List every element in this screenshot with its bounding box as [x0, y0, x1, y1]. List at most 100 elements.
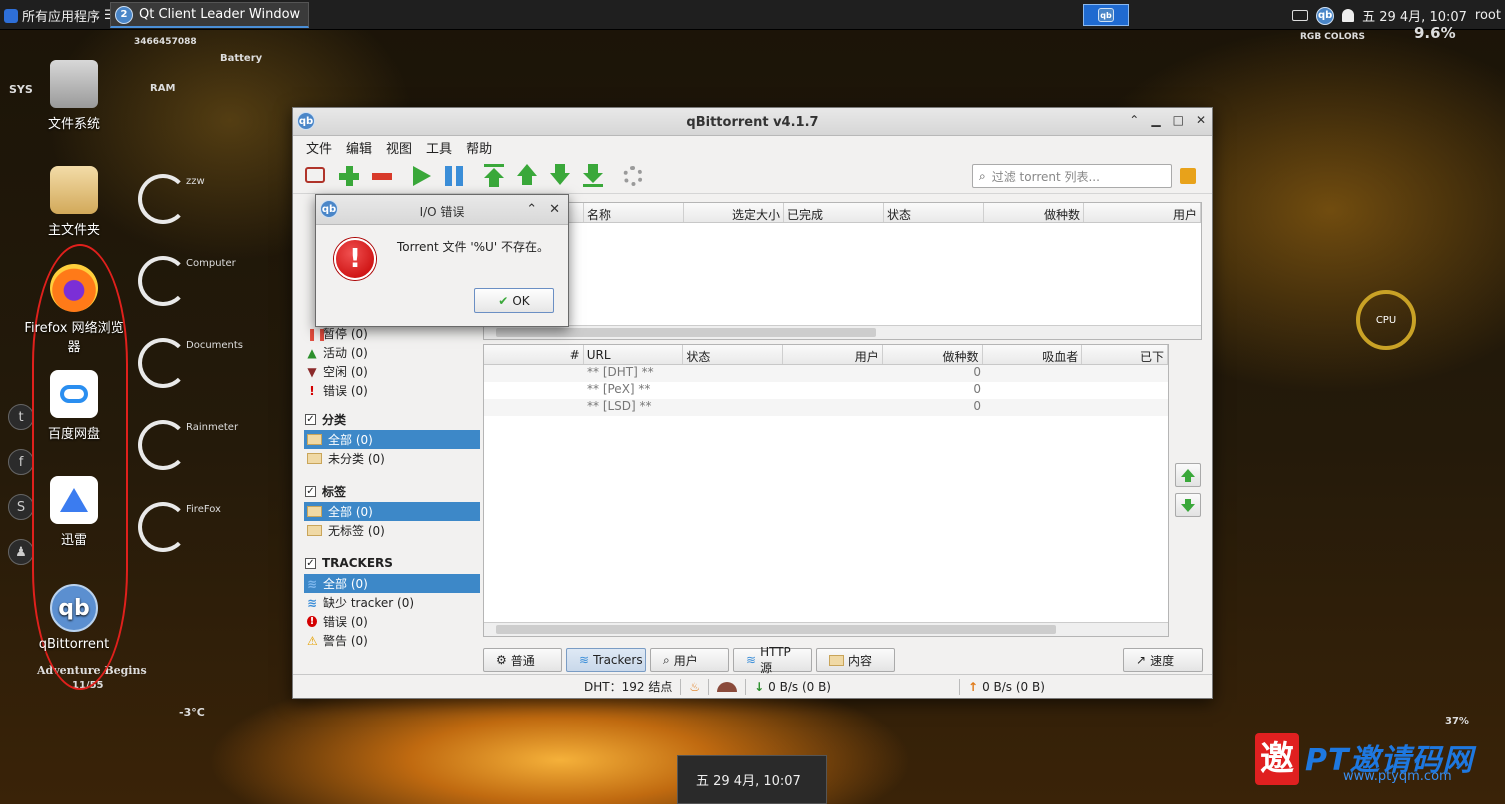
column-header-done[interactable]: 已完成	[784, 203, 884, 222]
desktop-icon-firefox[interactable]: Firefox 网络浏览器	[24, 264, 124, 355]
desktop-icon-qbittorrent[interactable]: qb qBittorrent	[24, 584, 124, 652]
move-down-button[interactable]	[548, 164, 572, 188]
bell-icon[interactable]	[1342, 9, 1355, 22]
status-filter-item[interactable]: ▲ 活动 (0)	[304, 343, 480, 362]
column-header-peers[interactable]: 用户	[1084, 203, 1201, 222]
dialog-titlebar[interactable]: qb I/O 错误 ⌃ ✕	[316, 195, 568, 225]
applications-menu[interactable]: 所有应用程序 ☰	[4, 6, 116, 25]
tab-peers[interactable]: ⌕ 用户	[650, 648, 729, 672]
status-filter-item[interactable]: ▼ 空闲 (0)	[304, 362, 480, 381]
add-link-button[interactable]	[303, 164, 327, 188]
scrollbar-thumb[interactable]	[496, 625, 1056, 634]
close-icon[interactable]: ✕	[1196, 113, 1206, 127]
move-bottom-button[interactable]	[581, 164, 605, 188]
window-titlebar[interactable]: qb qBittorrent v4.1.7 ⌃ ▁ □ ✕	[293, 108, 1212, 136]
close-icon[interactable]: ✕	[549, 202, 560, 217]
menu-view[interactable]: 视图	[386, 138, 412, 157]
lock-icon[interactable]	[1180, 168, 1196, 184]
tab-general[interactable]: ⚙ 普通	[483, 648, 562, 672]
cpu-gauge-label: CPU	[1375, 314, 1397, 326]
checkbox-icon[interactable]: ✓	[305, 485, 316, 497]
add-torrent-button[interactable]	[337, 164, 361, 188]
minimize-icon[interactable]: ▁	[1151, 113, 1160, 127]
qbittorrent-tray-icon: qb	[1098, 8, 1114, 22]
tracker-item-all[interactable]: ≋ 全部 (0)	[304, 574, 480, 593]
tracker-list[interactable]: # URL 状态 用户 做种数 吸血者 已下 ** [DHT] ** 0 ** …	[483, 344, 1169, 637]
move-up-button[interactable]	[515, 164, 539, 188]
remove-torrent-button[interactable]	[370, 164, 394, 188]
maximize-icon[interactable]: □	[1173, 113, 1184, 127]
qbittorrent-notification-icon[interactable]: qb	[1316, 6, 1335, 25]
upload-speed[interactable]: 0 B/s (0 B)	[982, 680, 1045, 694]
connection-status-icon[interactable]: ♨	[689, 680, 700, 694]
gauge-ring-icon[interactable]	[138, 420, 188, 470]
tracker-move-up-button[interactable]	[1175, 463, 1201, 487]
gauge-ring-icon[interactable]	[138, 174, 188, 224]
checkbox-icon[interactable]: ✓	[305, 413, 316, 425]
gauge-ring-icon[interactable]	[138, 338, 188, 388]
column-header-size[interactable]: 选定大小	[684, 203, 784, 222]
menu-tools[interactable]: 工具	[426, 138, 452, 157]
tab-http-sources[interactable]: ≋ HTTP 源	[733, 645, 812, 675]
workspace-switcher[interactable]: qb	[1083, 4, 1129, 26]
column-header-tracker-seeds[interactable]: 做种数	[883, 345, 983, 364]
desktop-icon-baidu[interactable]: 百度网盘	[24, 370, 124, 442]
tracker-item-trackerless[interactable]: ≋ 缺少 tracker (0)	[304, 593, 480, 612]
move-top-button[interactable]	[482, 164, 506, 188]
column-header-name[interactable]: 名称	[584, 203, 684, 222]
download-speed[interactable]: 0 B/s (0 B)	[768, 680, 831, 694]
status-filter-item[interactable]: ! 错误 (0)	[304, 381, 480, 400]
horizontal-scrollbar[interactable]	[484, 622, 1168, 636]
column-header-downloaded[interactable]: 已下	[1082, 345, 1168, 364]
column-header-index[interactable]: #	[484, 345, 584, 364]
column-header-tracker-status[interactable]: 状态	[683, 345, 784, 364]
desktop-icon-filesystem[interactable]: 文件系统	[24, 60, 124, 132]
menu-file[interactable]: 文件	[306, 138, 332, 157]
gauge-ring-icon[interactable]	[138, 502, 188, 552]
column-header-leechers[interactable]: 吸血者	[983, 345, 1083, 364]
scrollbar-thumb[interactable]	[496, 328, 876, 337]
gauge-ring-icon[interactable]	[138, 256, 188, 306]
table-row[interactable]: ** [LSD] ** 0	[484, 399, 1168, 416]
tag-item-untagged[interactable]: 无标签 (0)	[304, 521, 480, 540]
tag-item-all[interactable]: 全部 (0)	[304, 502, 480, 521]
taskbar-window-button[interactable]: 2 Qt Client Leader Window	[110, 2, 309, 28]
column-header-url[interactable]: URL	[584, 345, 684, 364]
category-item-all[interactable]: 全部 (0)	[304, 430, 480, 449]
category-header[interactable]: ✓ 分类	[304, 408, 480, 430]
folder-icon	[307, 434, 322, 445]
search-input[interactable]: ⌕ 过滤 torrent 列表...	[972, 164, 1172, 188]
tracker-move-down-button[interactable]	[1175, 493, 1201, 517]
options-gear-icon[interactable]	[621, 164, 645, 188]
user-name[interactable]: root	[1475, 8, 1501, 23]
shade-icon[interactable]: ⌃	[1129, 113, 1139, 127]
column-header-tracker-peers[interactable]: 用户	[783, 345, 883, 364]
resume-button[interactable]	[409, 164, 433, 188]
tracker-item-warning[interactable]: ⚠ 警告 (0)	[304, 631, 480, 650]
menu-help[interactable]: 帮助	[466, 138, 492, 157]
clock[interactable]: 五 29 4月, 10:07	[1362, 6, 1467, 25]
checkbox-icon[interactable]: ✓	[305, 557, 316, 569]
tags-header[interactable]: ✓ 标签	[304, 480, 480, 502]
pause-button[interactable]	[442, 164, 466, 188]
desktop-icon-home[interactable]: 主文件夹	[24, 166, 124, 238]
facebook-icon[interactable]: f	[8, 449, 34, 475]
ok-button[interactable]: ✔ OK	[474, 288, 554, 313]
torrent-list[interactable]: 名称 选定大小 已完成 状态 做种数 用户	[483, 202, 1202, 340]
table-row[interactable]: ** [PeX] ** 0	[484, 382, 1168, 399]
tab-speed[interactable]: ↗ 速度	[1123, 648, 1203, 672]
shade-icon[interactable]: ⌃	[526, 202, 537, 217]
column-header-status[interactable]: 状态	[884, 203, 984, 222]
tab-trackers[interactable]: ≋ Trackers	[566, 648, 646, 672]
table-row[interactable]: ** [DHT] ** 0	[484, 365, 1168, 382]
column-header-seeds[interactable]: 做种数	[984, 203, 1084, 222]
horizontal-scrollbar[interactable]	[484, 325, 1201, 339]
desktop-icon-xunlei[interactable]: 迅雷	[24, 476, 124, 548]
trackers-header[interactable]: ✓ TRACKERS	[304, 552, 480, 574]
category-item-uncategorized[interactable]: 未分类 (0)	[304, 449, 480, 468]
keyboard-icon[interactable]	[1292, 10, 1309, 21]
menu-edit[interactable]: 编辑	[346, 138, 372, 157]
tab-content[interactable]: 内容	[816, 648, 895, 672]
tracker-item-error[interactable]: ! 错误 (0)	[304, 612, 480, 631]
speed-limit-icon[interactable]	[717, 681, 738, 692]
